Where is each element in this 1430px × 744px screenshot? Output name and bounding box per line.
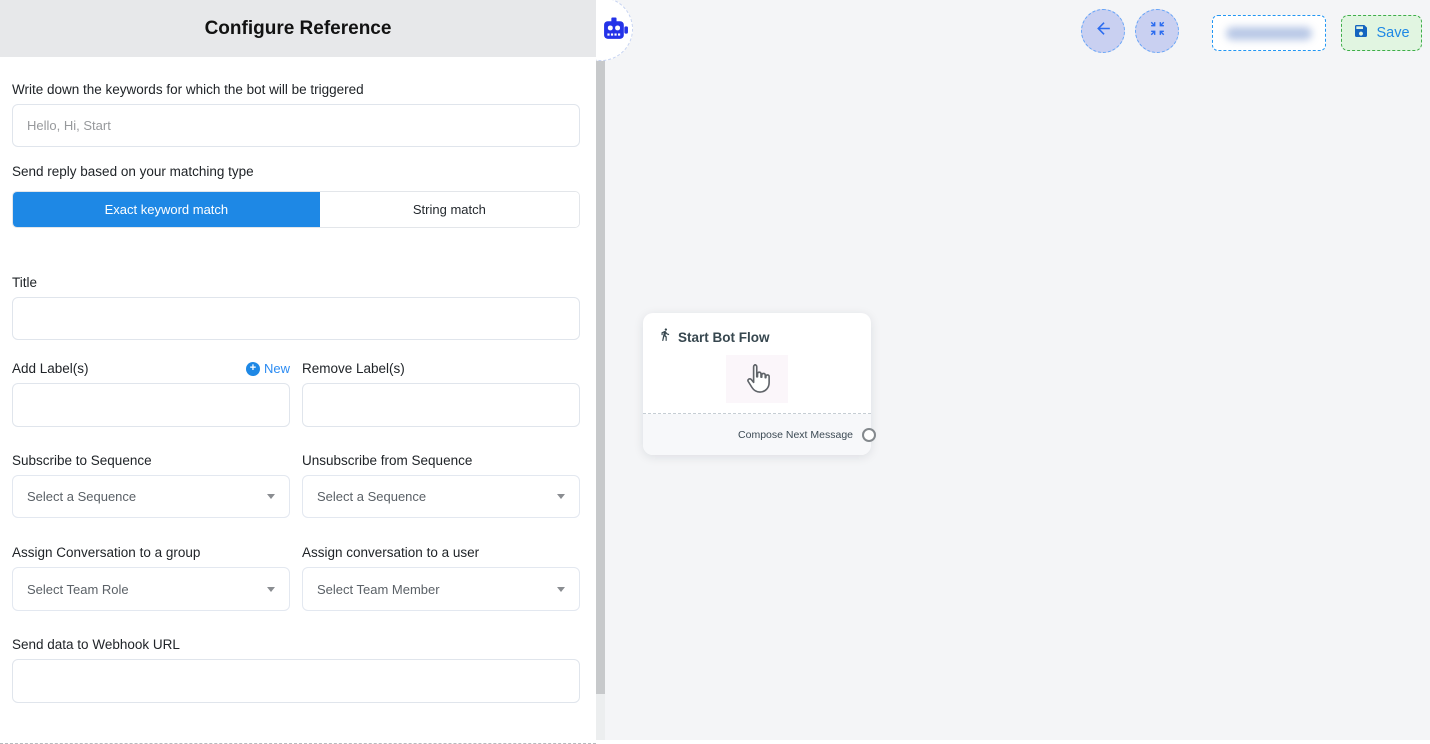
- subscribe-sequence-label: Subscribe to Sequence: [12, 453, 290, 468]
- new-label-link[interactable]: + New: [246, 361, 290, 376]
- panel-scrollbar[interactable]: [596, 0, 605, 740]
- subscribe-sequence-value: Select a Sequence: [27, 489, 136, 504]
- chevron-down-icon: [267, 587, 275, 592]
- unsubscribe-sequence-select[interactable]: Select a Sequence: [302, 475, 580, 518]
- exact-keyword-match-option[interactable]: Exact keyword match: [13, 192, 320, 227]
- add-labels-input[interactable]: [12, 383, 290, 427]
- panel-title: Configure Reference: [205, 18, 392, 40]
- assign-user-label: Assign conversation to a user: [302, 545, 580, 560]
- unsubscribe-sequence-label: Unsubscribe from Sequence: [302, 453, 580, 468]
- node-title: Start Bot Flow: [678, 330, 770, 345]
- assign-user-value: Select Team Member: [317, 582, 440, 597]
- walking-person-icon: [658, 327, 672, 347]
- add-labels-label: Add Label(s): [12, 361, 89, 376]
- keywords-input[interactable]: [12, 104, 580, 147]
- node-header: Start Bot Flow: [643, 313, 871, 347]
- keywords-label: Write down the keywords for which the bo…: [12, 82, 580, 97]
- compose-next-message-label: Compose Next Message: [738, 429, 853, 441]
- fit-view-button[interactable]: [1135, 9, 1179, 53]
- panel-header: Configure Reference: [0, 0, 596, 57]
- start-bot-flow-node[interactable]: Start Bot Flow Compose Next Message: [643, 313, 871, 455]
- unsubscribe-sequence-value: Select a Sequence: [317, 489, 426, 504]
- string-match-option[interactable]: String match: [320, 192, 579, 227]
- blurred-action-button[interactable]: [1212, 15, 1326, 51]
- assign-group-label: Assign Conversation to a group: [12, 545, 290, 560]
- remove-labels-label: Remove Label(s): [302, 361, 405, 376]
- chevron-down-icon: [557, 587, 565, 592]
- save-button-label: Save: [1376, 25, 1409, 41]
- title-input[interactable]: [12, 297, 580, 340]
- save-button[interactable]: Save: [1341, 15, 1422, 51]
- assign-group-select[interactable]: Select Team Role: [12, 567, 290, 611]
- panel-scrollbar-thumb[interactable]: [596, 0, 605, 694]
- title-label: Title: [12, 275, 580, 290]
- save-floppy-icon: [1353, 23, 1369, 44]
- remove-labels-input[interactable]: [302, 383, 580, 427]
- assign-user-select[interactable]: Select Team Member: [302, 567, 580, 611]
- back-button[interactable]: [1081, 9, 1125, 53]
- panel-body: Write down the keywords for which the bo…: [0, 57, 596, 744]
- collapse-arrows-icon: [1149, 20, 1166, 42]
- subscribe-sequence-select[interactable]: Select a Sequence: [12, 475, 290, 518]
- configure-reference-panel: Configure Reference Write down the keywo…: [0, 0, 596, 740]
- chevron-down-icon: [267, 494, 275, 499]
- hand-cursor-icon: [726, 355, 788, 403]
- matching-type-toggle: Exact keyword match String match: [12, 191, 580, 228]
- assign-group-value: Select Team Role: [27, 582, 129, 597]
- new-label-link-text: New: [264, 361, 290, 376]
- blurred-label: [1226, 27, 1312, 40]
- webhook-input[interactable]: [12, 659, 580, 703]
- back-arrow-icon: [1094, 19, 1113, 43]
- connection-port[interactable]: [862, 428, 876, 442]
- chevron-down-icon: [557, 494, 565, 499]
- compose-next-message-action[interactable]: Compose Next Message: [643, 414, 871, 455]
- webhook-label: Send data to Webhook URL: [12, 637, 580, 652]
- plus-icon: +: [246, 362, 260, 376]
- matching-type-label: Send reply based on your matching type: [12, 164, 580, 179]
